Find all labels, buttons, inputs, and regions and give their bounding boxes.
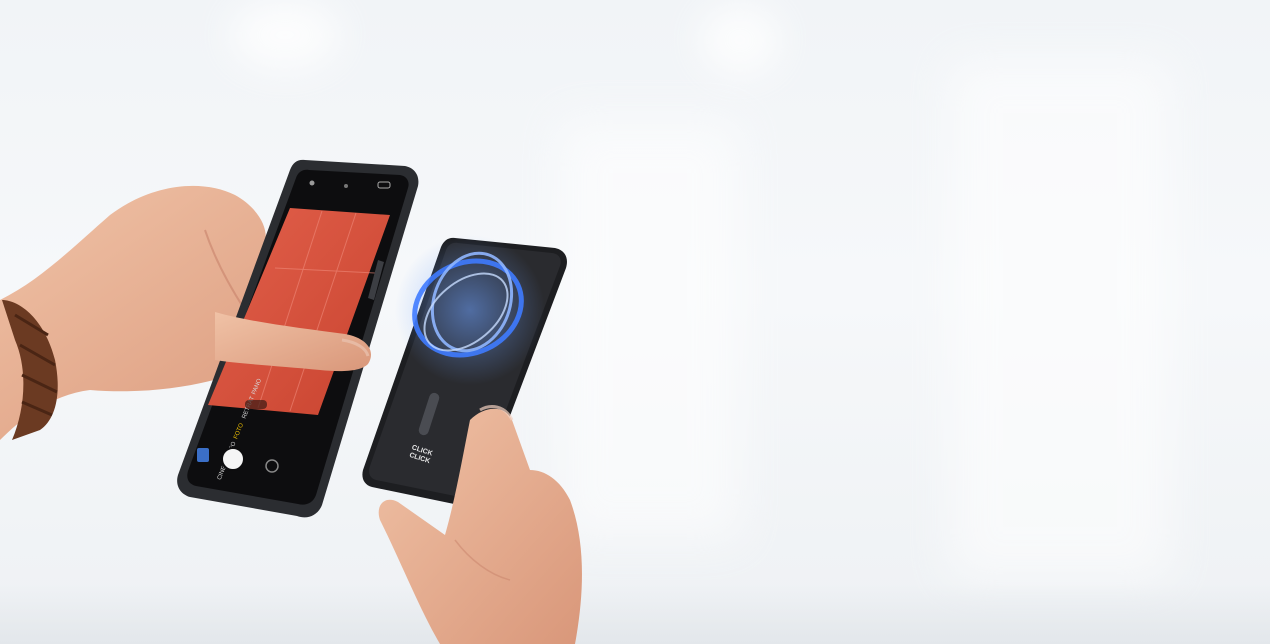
shutter-button[interactable] xyxy=(221,447,245,471)
gallery-thumbnail[interactable] xyxy=(197,448,209,462)
photo-illustration: CINE VIDEO FOTO RETRAT PANO xyxy=(0,159,582,644)
zoom-selector[interactable] xyxy=(245,400,267,409)
top-center-indicator xyxy=(344,184,348,188)
photo-scene: CINE VIDEO FOTO RETRAT PANO xyxy=(0,0,1270,644)
flash-icon xyxy=(309,180,315,186)
